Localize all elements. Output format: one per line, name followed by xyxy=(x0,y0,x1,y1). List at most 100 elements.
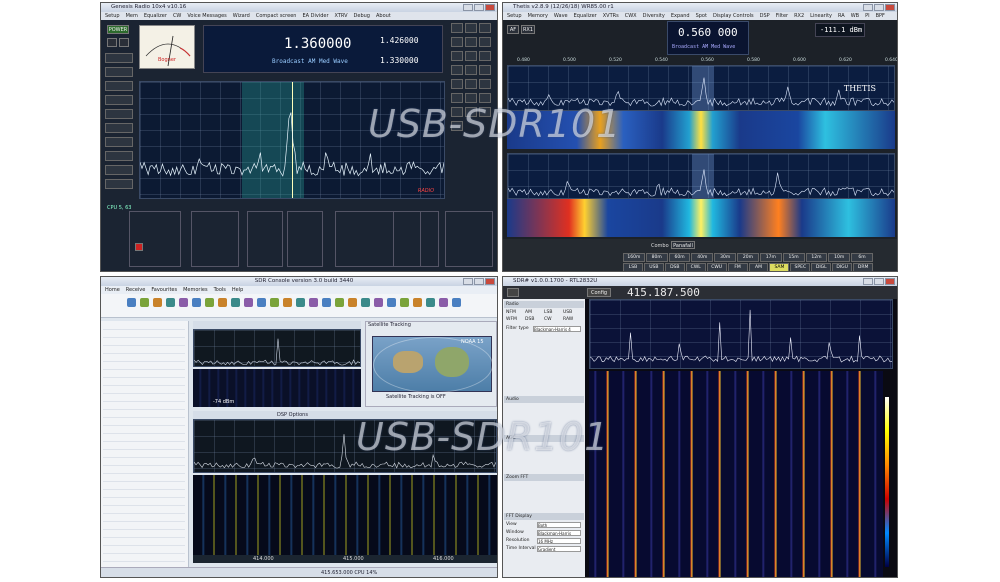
control-button[interactable] xyxy=(465,65,477,75)
menu-item[interactable]: CWX xyxy=(625,12,637,20)
ribbon-icon[interactable] xyxy=(400,298,409,307)
control-button[interactable] xyxy=(105,81,133,91)
mode-button[interactable]: DIGL xyxy=(811,263,832,271)
menu-item[interactable]: RX2 xyxy=(794,12,804,20)
ribbon-icon[interactable] xyxy=(205,298,214,307)
ribbon-icon[interactable] xyxy=(374,298,383,307)
sidebar-row[interactable] xyxy=(103,451,185,458)
ribbon-icon[interactable] xyxy=(348,298,357,307)
af-button[interactable]: AF xyxy=(507,25,519,34)
band-button[interactable]: 20m xyxy=(737,253,759,262)
sidebar-row[interactable] xyxy=(103,403,185,410)
red-memory-button[interactable] xyxy=(135,243,143,251)
control-button[interactable] xyxy=(105,53,133,63)
radio-mode-option[interactable]: LSB xyxy=(544,310,552,315)
maximize-button[interactable] xyxy=(874,4,884,11)
sidebar-row[interactable] xyxy=(103,515,185,522)
ribbon-icon[interactable] xyxy=(335,298,344,307)
sc-spectrum[interactable] xyxy=(193,329,361,367)
minimize-button[interactable] xyxy=(463,278,473,285)
menu-item[interactable]: Linearity xyxy=(810,12,832,20)
vfo-b-frequency[interactable]: 1.426000 xyxy=(380,36,419,45)
ribbon-icon[interactable] xyxy=(439,298,448,307)
menu-item[interactable]: Compact screen xyxy=(256,12,297,20)
minimize-button[interactable] xyxy=(863,4,873,11)
control-button[interactable] xyxy=(479,23,491,33)
menu-item[interactable]: About xyxy=(376,12,391,20)
menu-item[interactable]: WB xyxy=(851,12,859,20)
ribbon-icon[interactable] xyxy=(166,298,175,307)
control-button[interactable] xyxy=(479,65,491,75)
sidebar-row[interactable] xyxy=(103,379,185,386)
sidebar-row[interactable] xyxy=(103,523,185,530)
fft-setting-value[interactable]: Gradient xyxy=(537,546,581,552)
dsp-options-tab[interactable]: DSP Options xyxy=(277,411,308,419)
mode-button[interactable]: LSB xyxy=(623,263,643,271)
control-button[interactable] xyxy=(105,151,133,161)
ribbon-tab[interactable]: Favourites xyxy=(151,286,177,294)
mode-button[interactable]: DRM xyxy=(853,263,874,271)
menu-item[interactable]: BPF xyxy=(876,12,885,20)
control-button[interactable] xyxy=(451,51,463,61)
sidebar-row[interactable] xyxy=(103,491,185,498)
config-button[interactable]: Config xyxy=(587,288,611,297)
radio-mode-option[interactable]: DSB xyxy=(525,317,534,322)
radio-mode-option[interactable]: USB xyxy=(563,310,572,315)
ribbon-icon[interactable] xyxy=(387,298,396,307)
control-button[interactable] xyxy=(451,79,463,89)
panel-section-header[interactable]: Audio xyxy=(504,396,584,403)
panel-section-header[interactable]: Radio xyxy=(504,301,584,308)
maximize-button[interactable] xyxy=(874,278,884,285)
display-mode-select[interactable]: Panafall xyxy=(671,241,695,249)
control-button[interactable] xyxy=(105,109,133,119)
sidebar-row[interactable] xyxy=(103,531,185,538)
menu-item[interactable]: XVTRs xyxy=(603,12,619,20)
minimize-button[interactable] xyxy=(863,278,873,285)
sidebar-row[interactable] xyxy=(103,395,185,402)
radio-mode-option[interactable]: CW xyxy=(544,317,552,322)
control-button[interactable] xyxy=(105,67,133,77)
sidebar-row[interactable] xyxy=(103,371,185,378)
sidebar-row[interactable] xyxy=(103,323,185,330)
menu-item[interactable]: Diversity xyxy=(643,12,665,20)
ribbon-icon[interactable] xyxy=(426,298,435,307)
thetis-waterfall-bottom[interactable] xyxy=(507,199,895,237)
menu-item[interactable]: Spot xyxy=(696,12,707,20)
control-button[interactable] xyxy=(105,165,133,175)
control-button[interactable] xyxy=(479,51,491,61)
menu-item[interactable]: Wizard xyxy=(233,12,250,20)
sidebar-row[interactable] xyxy=(103,443,185,450)
band-button[interactable]: 6m xyxy=(851,253,873,262)
minimize-button[interactable] xyxy=(463,4,473,11)
mode-button[interactable]: SAM xyxy=(769,263,790,271)
ribbon-tab[interactable]: Receive xyxy=(126,286,146,294)
menu-item[interactable]: EA Divider xyxy=(302,12,328,20)
radio-mode-option[interactable]: RAW xyxy=(563,317,573,322)
menu-item[interactable]: Filter xyxy=(776,12,788,20)
control-button[interactable] xyxy=(451,65,463,75)
ribbon-icon[interactable] xyxy=(140,298,149,307)
sidebar-row[interactable] xyxy=(103,363,185,370)
band-button[interactable]: 60m xyxy=(668,253,691,262)
control-button[interactable] xyxy=(479,79,491,89)
menu-item[interactable]: Mem xyxy=(126,12,138,20)
sc-main-waterfall[interactable] xyxy=(193,475,497,555)
menu-item[interactable]: DSP xyxy=(760,12,770,20)
control-button[interactable] xyxy=(465,51,477,61)
thetis-frequency[interactable]: 0.560 000 xyxy=(678,26,738,39)
close-button[interactable] xyxy=(485,278,495,285)
menu-item[interactable]: RA xyxy=(838,12,845,20)
mode-button[interactable]: DSB xyxy=(664,263,685,271)
menu-item[interactable]: XTRV xyxy=(335,12,348,20)
sidebar-row[interactable] xyxy=(103,467,185,474)
sidebar-row[interactable] xyxy=(103,347,185,354)
ribbon-icon[interactable] xyxy=(270,298,279,307)
sdrsharp-spectrum[interactable] xyxy=(589,299,893,369)
sdrsharp-frequency[interactable]: 415.187.500 xyxy=(627,286,700,299)
control-button[interactable] xyxy=(451,23,463,33)
sdrsharp-waterfall[interactable] xyxy=(589,371,883,577)
ribbon-tab[interactable]: Help xyxy=(232,286,243,294)
vfo-a-frequency[interactable]: 1.360000 xyxy=(284,36,351,52)
ribbon-tab[interactable]: Home xyxy=(105,286,120,294)
control-button[interactable] xyxy=(451,37,463,47)
